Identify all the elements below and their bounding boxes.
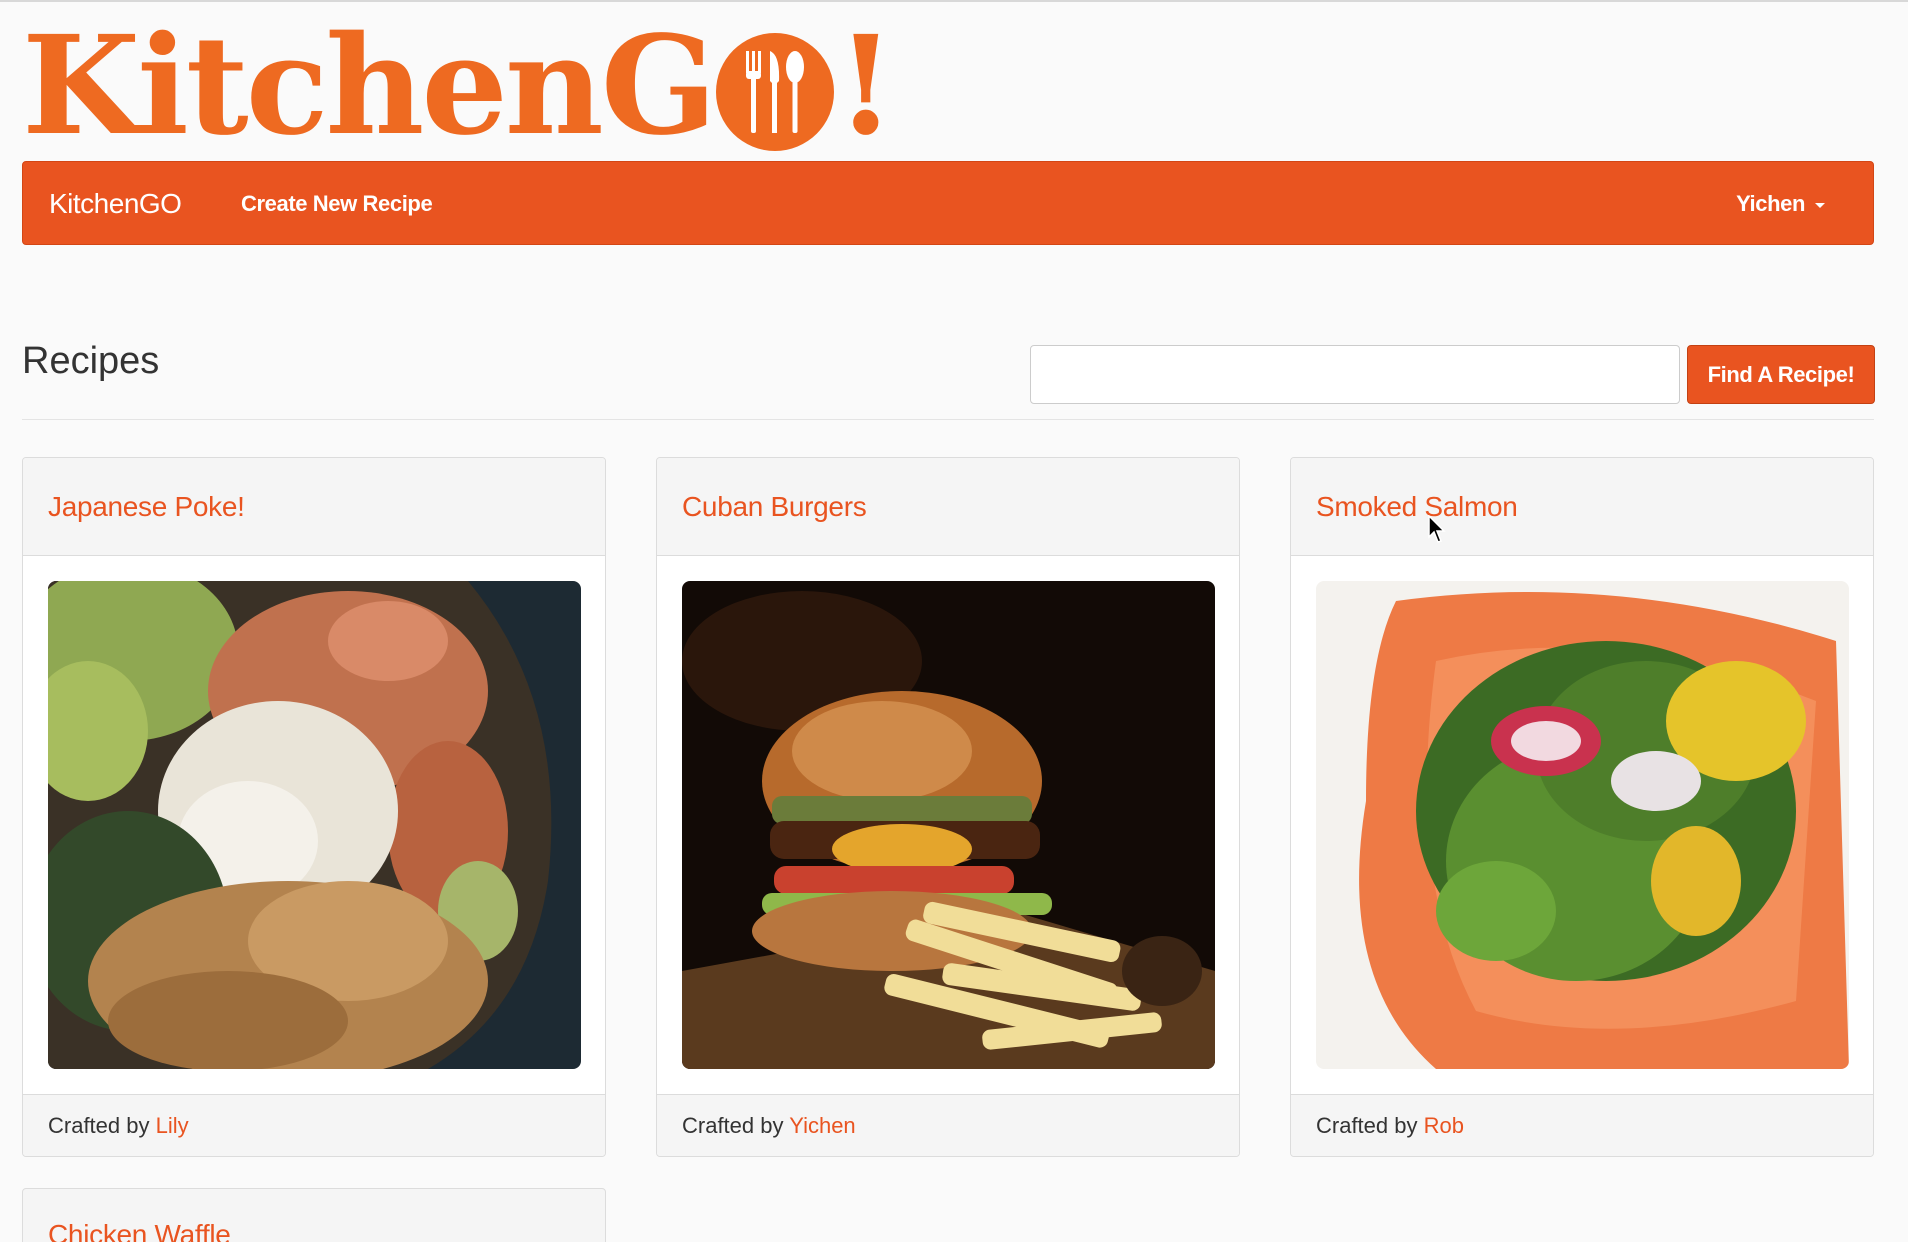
navbar: KitchenGO Create New Recipe Yichen xyxy=(22,161,1874,245)
author-link[interactable]: Rob xyxy=(1424,1113,1464,1138)
smoked-salmon-image[interactable] xyxy=(1316,581,1849,1069)
logo-text: KitchenG xyxy=(22,6,717,166)
user-menu-dropdown[interactable]: Yichen xyxy=(1736,162,1825,246)
kitchengo-logo[interactable]: KitchenG ! xyxy=(22,16,896,156)
recipe-card: Japanese Poke! Crafted by Lily xyxy=(22,457,606,1157)
user-name: Yichen xyxy=(1736,191,1805,216)
divider xyxy=(22,419,1874,420)
page-title: Recipes xyxy=(22,340,160,382)
card-header: Smoked Salmon xyxy=(1291,458,1873,556)
fork-knife-spoon-icon xyxy=(715,33,834,151)
card-footer: Crafted by Rob xyxy=(1291,1094,1873,1156)
recipe-title-link[interactable]: Chicken Waffle xyxy=(48,1221,231,1242)
mouse-cursor-icon xyxy=(1428,515,1446,543)
author-link[interactable]: Lily xyxy=(156,1113,189,1138)
create-new-recipe-link[interactable]: Create New Recipe xyxy=(241,162,433,246)
recipe-title-link[interactable]: Smoked Salmon xyxy=(1316,491,1518,522)
recipe-card: Cuban Burgers Crafted by Yichen xyxy=(656,457,1240,1157)
logo-exclamation: ! xyxy=(835,6,896,166)
burger-image[interactable] xyxy=(682,581,1215,1069)
poke-bowl-image[interactable] xyxy=(48,581,581,1069)
search-input[interactable] xyxy=(1030,345,1680,404)
crafted-by-label: Crafted by xyxy=(48,1113,150,1138)
recipe-title-link[interactable]: Cuban Burgers xyxy=(682,491,867,522)
nav-brand-link[interactable]: KitchenGO xyxy=(49,162,182,246)
caret-down-icon xyxy=(1815,202,1825,208)
card-body xyxy=(1291,556,1873,1094)
card-body xyxy=(23,556,605,1094)
recipe-card: Smoked Salmon Crafted by Rob xyxy=(1290,457,1874,1157)
recipe-title-link[interactable]: Japanese Poke! xyxy=(48,491,245,522)
author-link[interactable]: Yichen xyxy=(789,1113,855,1138)
card-footer: Crafted by Yichen xyxy=(657,1094,1239,1156)
card-header: Japanese Poke! xyxy=(23,458,605,556)
card-body xyxy=(657,556,1239,1094)
find-recipe-button[interactable]: Find A Recipe! xyxy=(1687,345,1875,404)
crafted-by-label: Crafted by xyxy=(1316,1113,1418,1138)
crafted-by-label: Crafted by xyxy=(682,1113,784,1138)
card-header: Cuban Burgers xyxy=(657,458,1239,556)
recipe-card: Chicken Waffle xyxy=(22,1188,606,1242)
card-footer: Crafted by Lily xyxy=(23,1094,605,1156)
